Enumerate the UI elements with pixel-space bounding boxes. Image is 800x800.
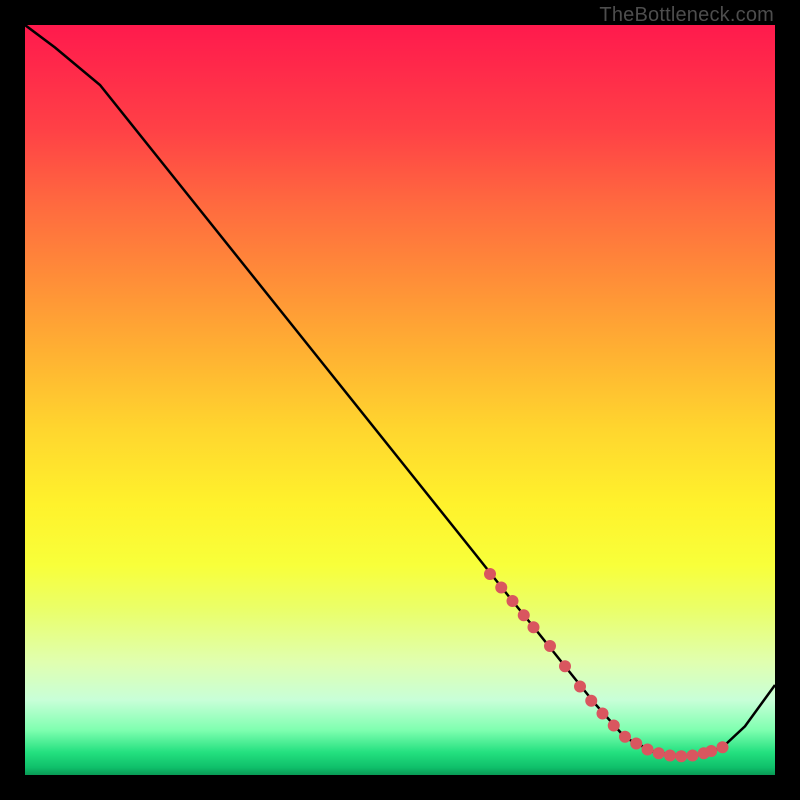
marker-dot <box>687 750 699 762</box>
plot-area <box>25 25 775 775</box>
marker-dot <box>675 750 687 762</box>
curve-layer <box>25 25 775 775</box>
marker-dot <box>619 731 631 743</box>
marker-dot <box>630 738 642 750</box>
marker-dot <box>642 744 654 756</box>
marker-dot <box>608 720 620 732</box>
attribution-text: TheBottleneck.com <box>599 4 774 27</box>
marker-dot <box>518 609 530 621</box>
marker-dot <box>528 621 540 633</box>
marker-dot <box>484 568 496 580</box>
marker-dot <box>495 582 507 594</box>
marker-dot <box>717 741 729 753</box>
marker-dots <box>484 568 729 762</box>
marker-dot <box>597 708 609 720</box>
marker-dot <box>544 640 556 652</box>
marker-dot <box>653 747 665 759</box>
valley-curve <box>25 25 775 756</box>
marker-dot <box>585 695 597 707</box>
marker-dot <box>574 681 586 693</box>
marker-dot <box>705 745 717 757</box>
marker-dot <box>559 660 571 672</box>
marker-dot <box>664 750 676 762</box>
chart-frame: TheBottleneck.com <box>0 0 800 800</box>
marker-dot <box>507 595 519 607</box>
